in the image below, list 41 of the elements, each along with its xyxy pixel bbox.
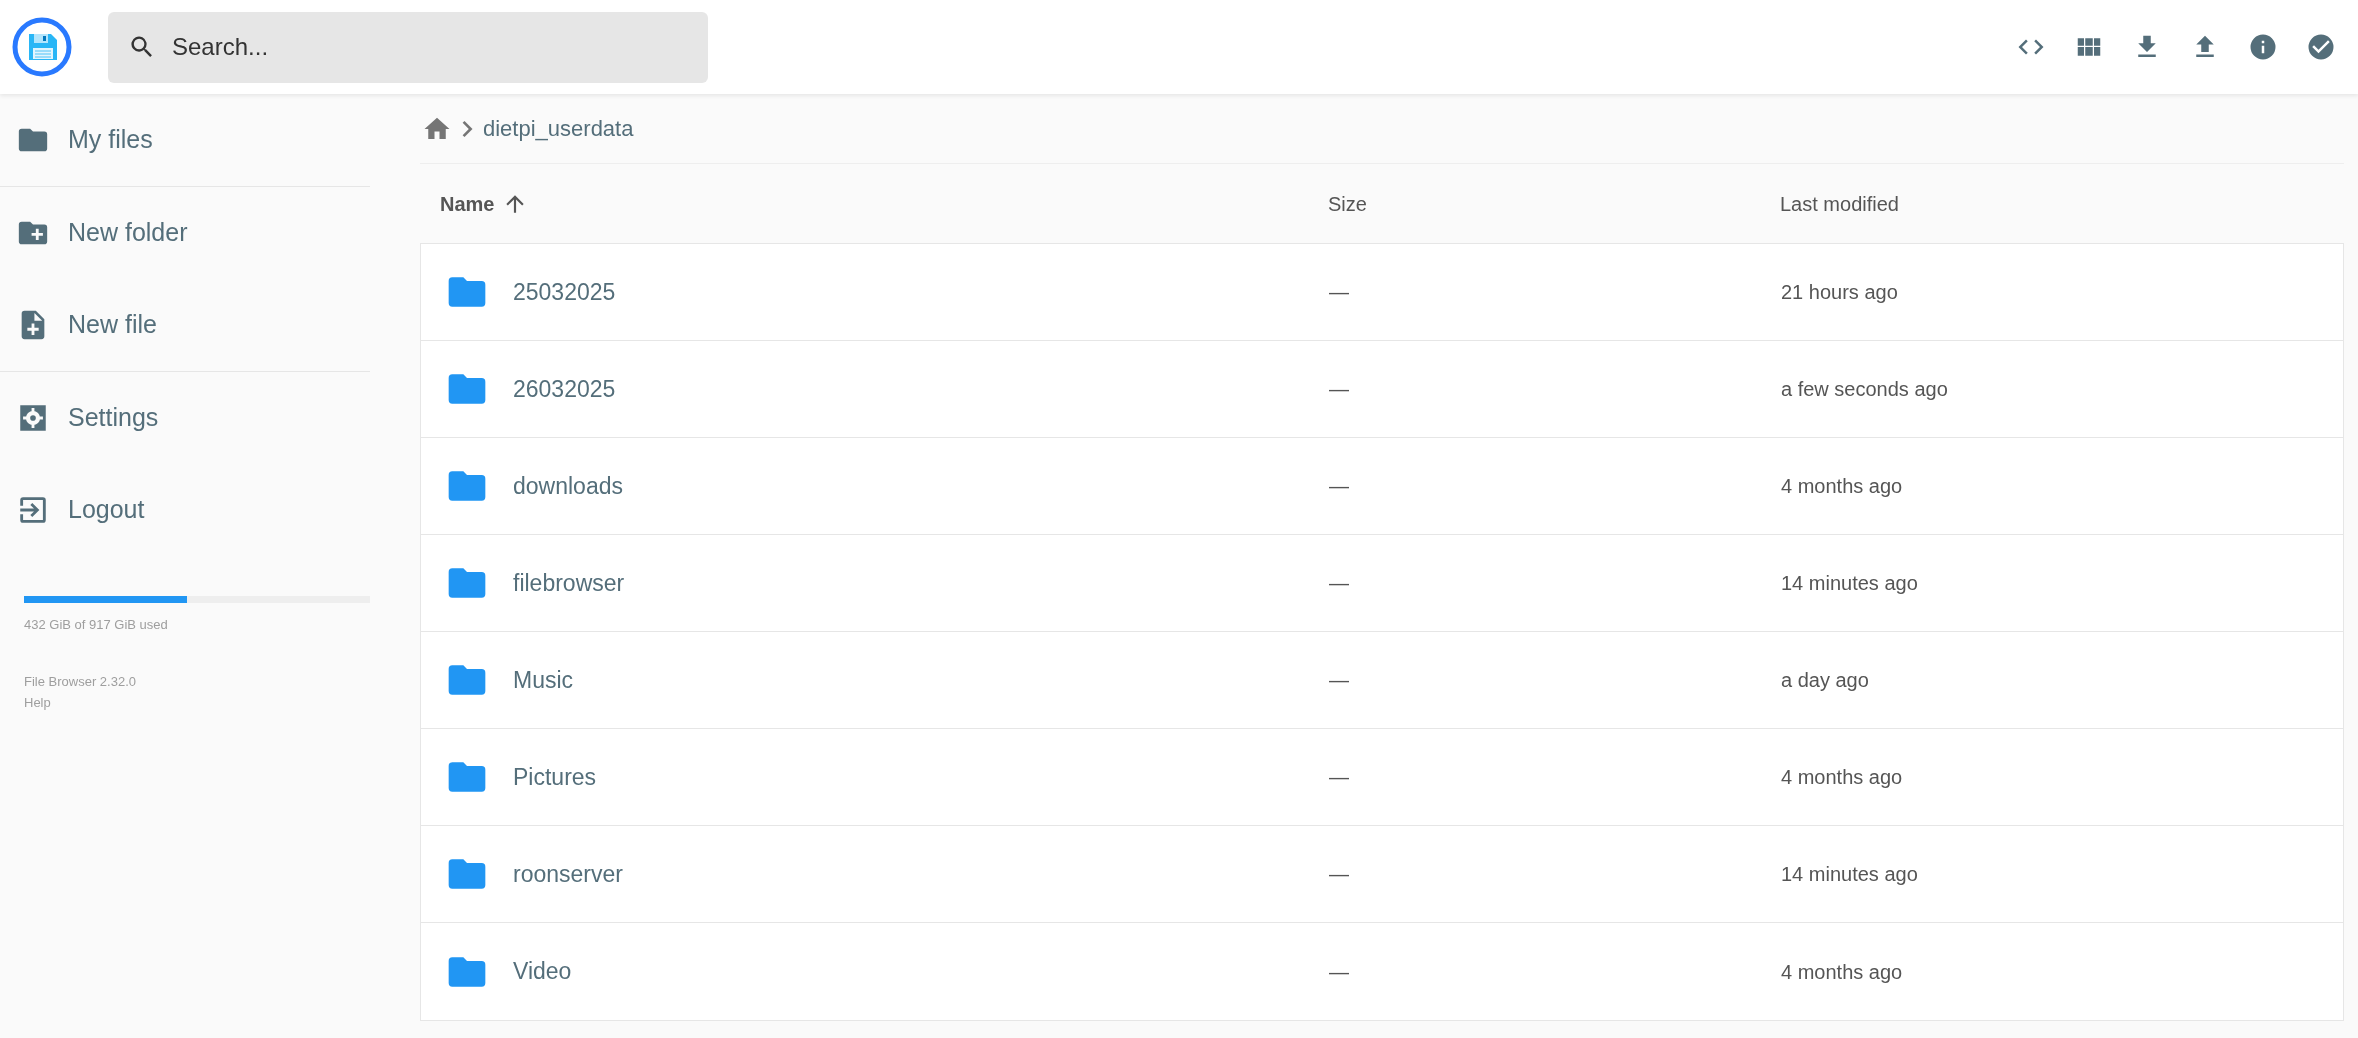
chevron-icon xyxy=(462,120,473,137)
file-size: — xyxy=(1329,378,1349,400)
modified-time: 4 months ago xyxy=(1781,475,1903,497)
file-name: Video xyxy=(513,957,572,987)
file-name: filebrowser xyxy=(513,568,625,598)
modified-time: 14 minutes ago xyxy=(1781,863,1918,885)
sidebar-item[interactable]: New file xyxy=(0,279,370,371)
file-name: downloads xyxy=(513,471,623,501)
breadcrumb-link[interactable]: dietpi_userdata xyxy=(483,112,634,145)
modified-time: a day ago xyxy=(1781,669,1869,691)
column-header[interactable]: Name xyxy=(440,188,529,219)
file-name: Music xyxy=(513,665,574,695)
sidebar-item[interactable]: Settings xyxy=(0,372,370,464)
file-size: — xyxy=(1329,669,1349,691)
file-size: — xyxy=(1329,475,1349,497)
sidebar-item[interactable]: Logout xyxy=(0,464,370,556)
info-icon[interactable] xyxy=(2248,32,2278,62)
file-size: — xyxy=(1329,960,1349,983)
sidebar-item[interactable]: My files xyxy=(0,94,370,186)
file-size: — xyxy=(1329,863,1349,885)
file-name: Pictures xyxy=(513,762,597,792)
file-name: 26032025 xyxy=(513,374,616,404)
file-name: roonserver xyxy=(513,859,623,889)
modified-time: 4 months ago xyxy=(1781,766,1903,788)
check-circle-icon[interactable] xyxy=(2306,32,2336,62)
file-size: — xyxy=(1329,766,1349,788)
column-header[interactable]: Last modified xyxy=(1780,188,1899,219)
column-header[interactable]: Size xyxy=(1328,188,1367,219)
version-link[interactable]: File Browser 2.32.0 xyxy=(24,670,136,692)
storage-usage: 432 GiB of 917 GiB used xyxy=(24,616,169,634)
modified-time: 21 hours ago xyxy=(1781,281,1898,303)
sidebar-item[interactable]: New folder xyxy=(0,187,370,279)
modified-time: 14 minutes ago xyxy=(1781,572,1918,594)
modified-time: a few seconds ago xyxy=(1781,378,1948,400)
file-size: — xyxy=(1329,572,1349,594)
modified-time: 4 months ago xyxy=(1781,960,1903,983)
file-name: 25032025 xyxy=(513,277,616,307)
help-link[interactable]: Help xyxy=(24,691,51,713)
search-field[interactable]: Search... xyxy=(108,11,708,83)
file-size: — xyxy=(1329,281,1349,303)
floppy-disk-logo[interactable] xyxy=(12,17,72,77)
